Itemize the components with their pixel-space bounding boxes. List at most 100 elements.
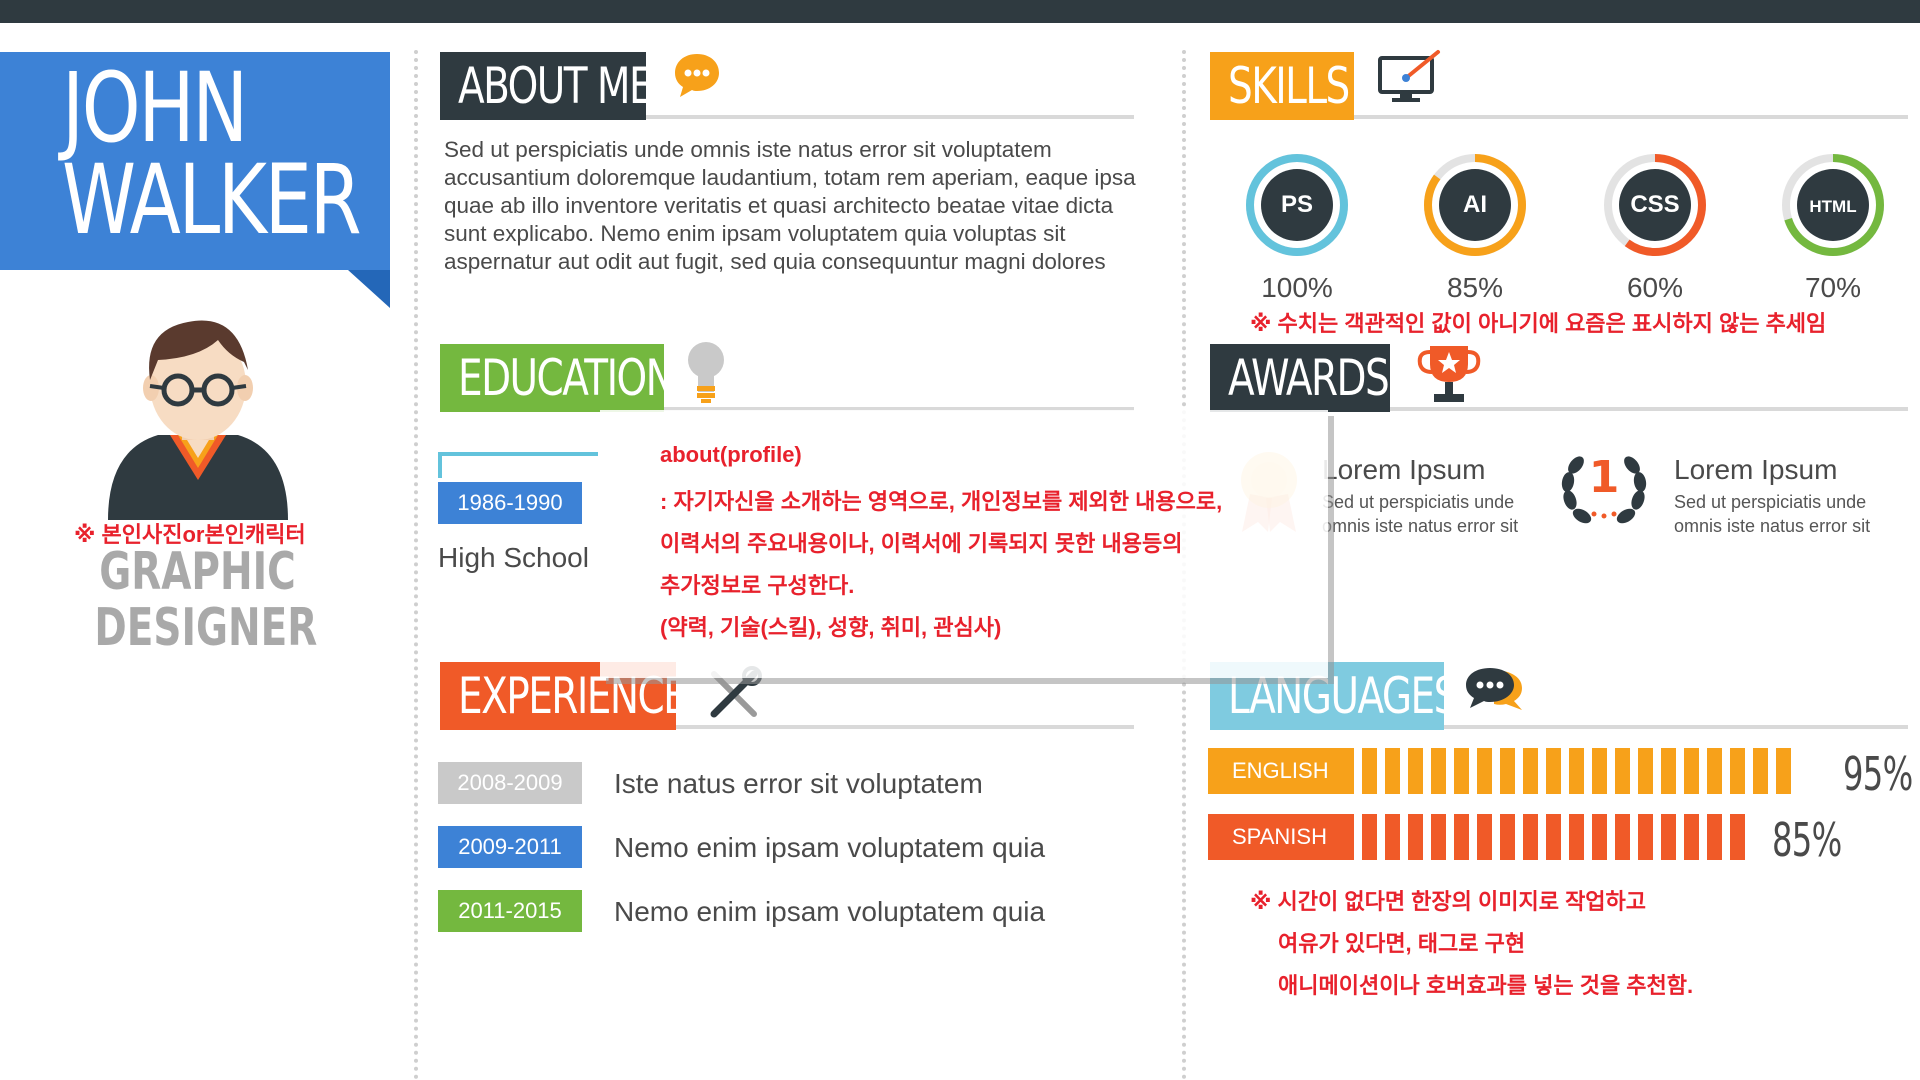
trophy-icon [1417, 346, 1481, 402]
laurel-number: 1 [1588, 452, 1620, 503]
experience-text-2: Nemo enim ipsam voluptatem quia [614, 832, 1046, 863]
language-bar-segment [1454, 814, 1469, 860]
skill-label-ai: AI [1463, 191, 1487, 218]
language-bar-segment [1431, 748, 1446, 794]
language-bar-segment [1615, 814, 1630, 860]
skill-label-html: HTML [1809, 197, 1856, 216]
job-title-line1: GRAPHIC [99, 542, 296, 602]
language-spanish-bars [1362, 814, 1745, 860]
skill-label-ps: PS [1281, 191, 1313, 218]
awards-title: AWARDS [1210, 344, 1390, 412]
about-underline [646, 115, 1134, 119]
language-bar-segment [1592, 748, 1607, 794]
overlay-line-4: 추가정보로 구성한다. [660, 573, 855, 598]
skill-pct-css: 60% [1626, 272, 1684, 303]
language-bar-segment [1362, 748, 1377, 794]
education-frame [438, 452, 598, 478]
language-bar-segment [1638, 748, 1653, 794]
language-bar-segment [1408, 748, 1423, 794]
job-title: GRAPHIC DESIGNER [94, 542, 318, 658]
award-desc-2: Sed ut perspiciatis unde omnis iste natu… [1674, 492, 1871, 536]
skill-ring-ai: AI [1424, 154, 1526, 256]
about-text: Sed ut perspiciatis unde omnis iste natu… [444, 137, 1136, 274]
language-spanish-label: SPANISH [1208, 814, 1354, 860]
award-desc-1: Sed ut perspiciatis unde omnis iste natu… [1322, 492, 1519, 536]
language-bar-segment [1500, 748, 1515, 794]
skill-ring-css: CSS [1604, 154, 1706, 256]
skill-pct-ai: 85% [1446, 272, 1504, 303]
skill-label-css: CSS [1630, 191, 1679, 218]
language-bar-segment [1362, 814, 1377, 860]
language-bar-segment [1523, 748, 1538, 794]
language-bar-segment [1523, 814, 1538, 860]
overlay-line-3: 이력서의 주요내용이나, 이력서에 기록되지 못한 내용등의 [660, 531, 1183, 556]
overlay-line-1: about(profile) [660, 442, 802, 467]
skills-title: SKILLS [1210, 52, 1354, 120]
avatar-illustration [108, 320, 288, 520]
language-bar-segment [1569, 814, 1584, 860]
overlay-line-2: : 자기자신을 소개하는 영역으로, 개인정보를 제외한 내용으로, [660, 489, 1223, 514]
skill-pct-ps: 100% [1261, 272, 1333, 303]
language-bar-segment [1408, 814, 1423, 860]
language-bar-segment [1546, 814, 1561, 860]
skill-ring-ps: PS [1246, 154, 1348, 256]
name-banner-fold [348, 270, 390, 308]
lightbulb-icon [688, 342, 724, 403]
speech-bubble-icon [675, 54, 719, 97]
languages-note-3: 애니메이션이나 호버효과를 넣는 것을 추천함. [1278, 973, 1694, 998]
last-name: WALKER [62, 144, 362, 256]
language-bar-segment [1546, 748, 1561, 794]
language-bar-segment [1661, 748, 1676, 794]
language-bar-segment [1730, 748, 1745, 794]
language-bar-segment [1661, 814, 1676, 860]
language-bar-segment [1638, 814, 1653, 860]
language-bar-segment [1707, 748, 1722, 794]
language-bar-segment [1385, 748, 1400, 794]
awards-underline [1390, 407, 1908, 411]
language-bar-segment [1730, 814, 1745, 860]
profile-name: JOHN WALKER [62, 52, 362, 256]
experience-underline [676, 725, 1134, 729]
first-name: JOHN [62, 52, 248, 164]
language-bar-segment [1431, 814, 1446, 860]
languages-note-1: ※ 시간이 없다면 한장의 이미지로 작업하고 [1250, 889, 1647, 914]
language-bar-segment [1707, 814, 1722, 860]
education-years: 1986-1990 [438, 482, 582, 524]
language-bar-segment [1684, 748, 1699, 794]
language-bar-segment [1500, 814, 1515, 860]
overlay-line-5: (약력, 기술(스킬), 성향, 취미, 관심사) [660, 615, 1002, 640]
experience-text-3: Nemo enim ipsam voluptatem quia [614, 896, 1046, 927]
languages-underline [1444, 725, 1908, 729]
job-title-line2: DESIGNER [94, 598, 318, 658]
skills-note: ※ 수치는 객관적인 값이 아니기에 요즘은 표시하지 않는 추세임 [1250, 311, 1827, 336]
education-school: High School [438, 542, 589, 573]
experience-text-1: Iste natus error sit voluptatem [614, 768, 983, 799]
education-title: EDUCATION [440, 344, 675, 412]
languages-note-2: 여유가 있다면, 태그로 구현 [1278, 931, 1526, 956]
top-bar [0, 0, 1920, 23]
language-bar-segment [1592, 814, 1607, 860]
language-english-label: ENGLISH [1208, 748, 1354, 794]
experience-years-1: 2008-2009 [438, 762, 582, 804]
skill-pct-html: 70% [1804, 272, 1862, 303]
language-english-pct: 95% [1843, 747, 1913, 801]
skills-underline [1354, 115, 1908, 119]
language-bar-segment [1776, 748, 1791, 794]
language-bar-segment [1454, 748, 1469, 794]
language-english-bars [1362, 748, 1791, 794]
language-bar-segment [1477, 748, 1492, 794]
award-title-2: Lorem Ipsum [1674, 454, 1838, 485]
about-title: ABOUT ME [440, 52, 654, 120]
monitor-brush-icon [1378, 50, 1440, 102]
language-bar-segment [1684, 814, 1699, 860]
language-bar-segment [1753, 748, 1768, 794]
language-bar-segment [1385, 814, 1400, 860]
experience-years-2: 2009-2011 [438, 826, 582, 868]
skill-ring-html: HTML [1782, 154, 1884, 256]
divider-left [414, 50, 418, 1080]
experience-years-3: 2011-2015 [438, 890, 582, 932]
language-bar-segment [1615, 748, 1630, 794]
award-title-1: Lorem Ipsum [1322, 454, 1486, 485]
language-bar-segment [1569, 748, 1584, 794]
language-spanish-pct: 85% [1772, 813, 1842, 867]
